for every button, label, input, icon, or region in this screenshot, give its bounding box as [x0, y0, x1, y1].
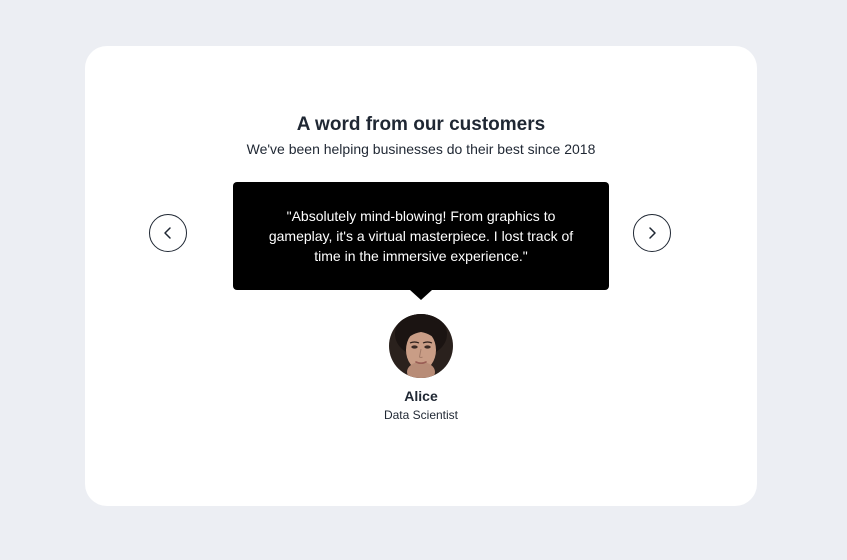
quote-text: "Absolutely mind-blowing! From graphics …	[268, 208, 574, 264]
previous-testimonial-button[interactable]	[149, 214, 187, 252]
quote-bubble: "Absolutely mind-blowing! From graphics …	[233, 182, 609, 290]
author-avatar	[389, 314, 453, 378]
chevron-right-icon	[649, 227, 656, 239]
author-role: Data Scientist	[383, 408, 459, 422]
next-testimonial-button[interactable]	[633, 214, 671, 252]
section-title: A word from our customers	[296, 114, 546, 135]
quote-bubble-pointer	[410, 290, 432, 300]
author-name: Alice	[404, 388, 438, 404]
section-subtitle: We've been helping businesses do their b…	[246, 141, 596, 157]
chevron-left-icon	[164, 227, 171, 239]
testimonial-card: A word from our customers We've been hel…	[85, 46, 757, 506]
